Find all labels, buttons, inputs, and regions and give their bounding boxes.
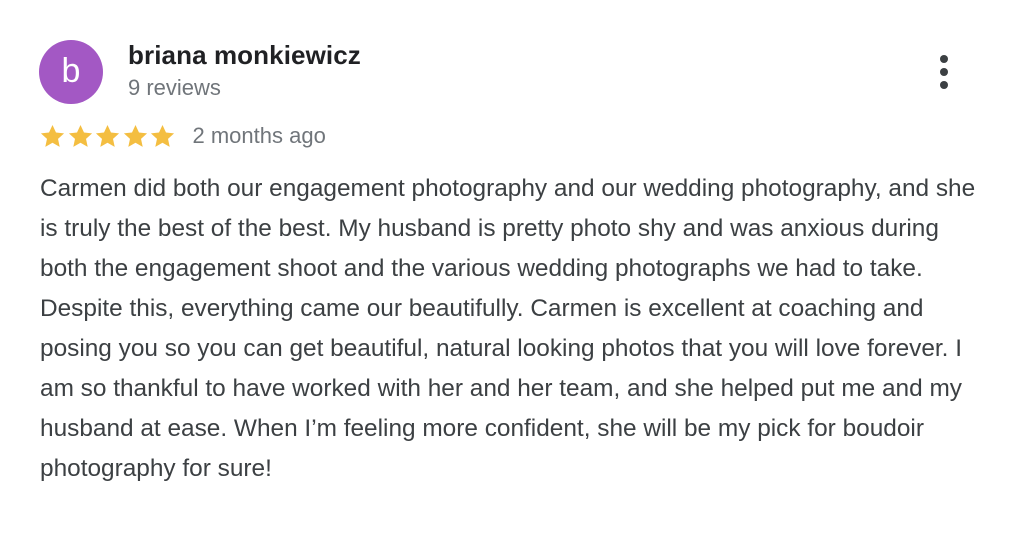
review-card: b briana monkiewicz 9 reviews 2 months a…: [0, 0, 1020, 558]
star-icon: [150, 124, 175, 147]
rating-row: 2 months ago: [39, 120, 326, 152]
star-rating: [39, 123, 177, 150]
star-icon: [95, 124, 120, 147]
avatar[interactable]: b: [39, 40, 103, 104]
more-options-button[interactable]: [924, 50, 964, 94]
star-icon: [40, 124, 65, 147]
star-icon: [123, 124, 147, 147]
star-icon: [68, 124, 92, 147]
author-name[interactable]: briana monkiewicz: [128, 40, 361, 71]
review-timestamp: 2 months ago: [192, 123, 326, 148]
review-count[interactable]: 9 reviews: [128, 75, 221, 101]
more-vert-icon: [940, 55, 948, 89]
review-text: Carmen did both our engagement photograp…: [40, 175, 976, 482]
